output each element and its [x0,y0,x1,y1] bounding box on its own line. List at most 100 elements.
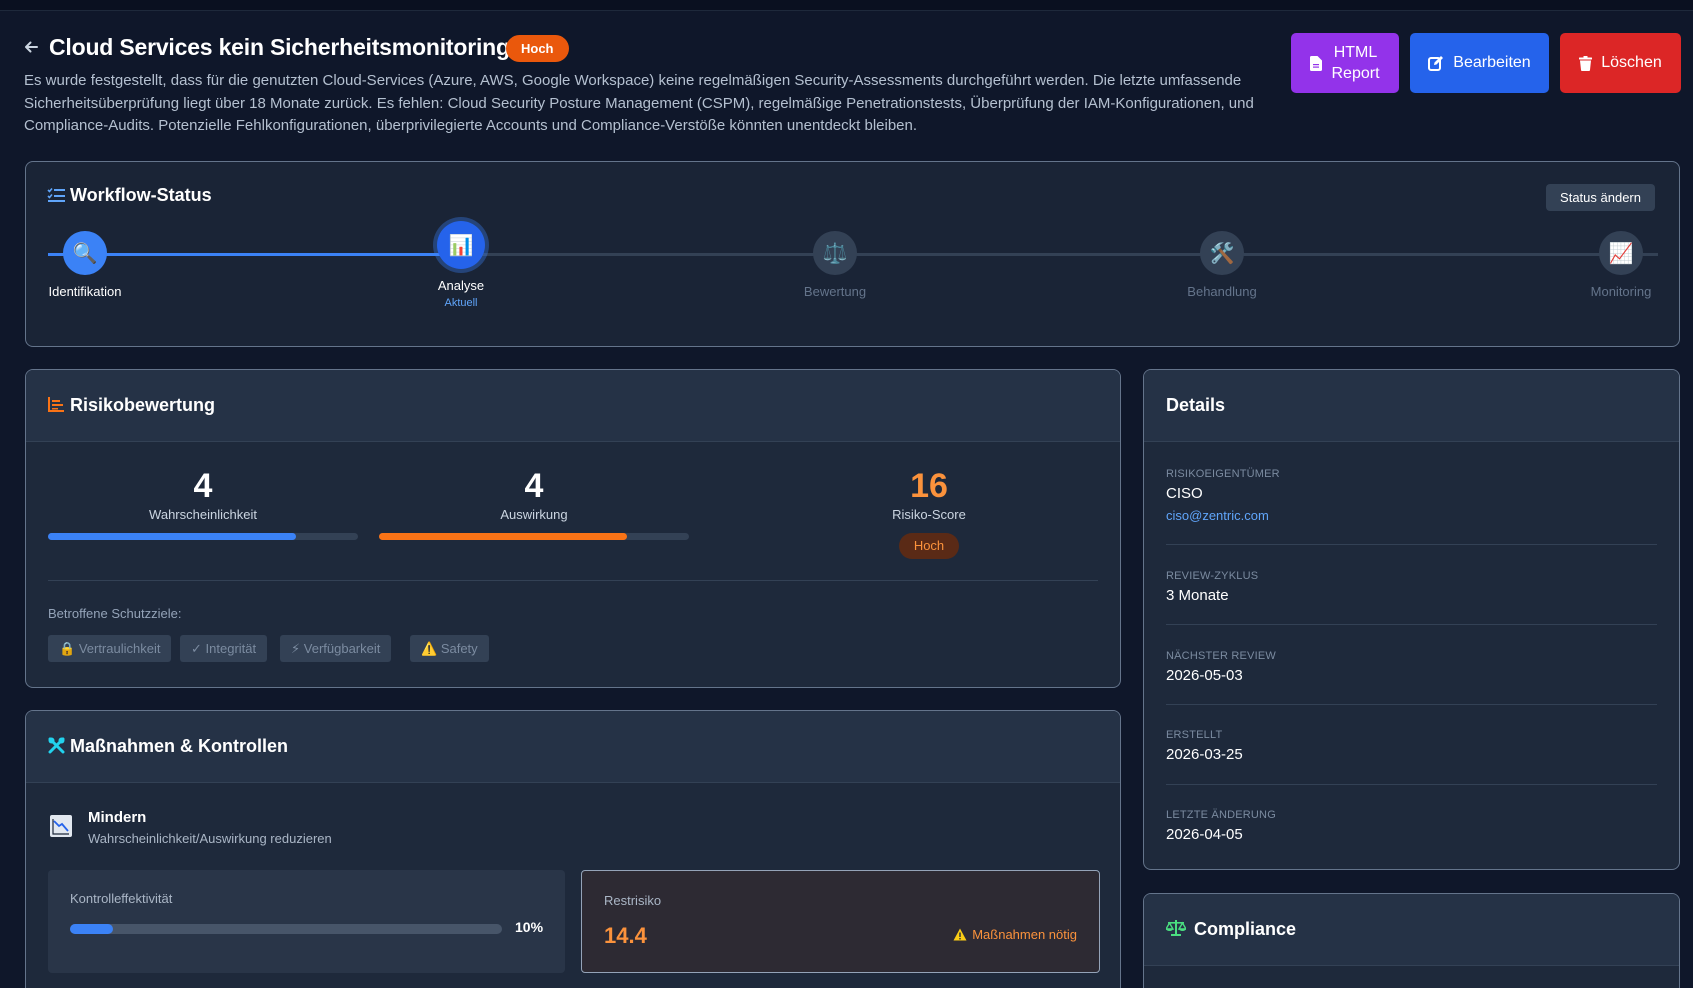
tag-safety[interactable]: ⚠️ Safety [410,635,489,662]
detail-value: CISO [1166,485,1203,502]
tag-label: Safety [440,641,478,656]
tag-vertraulichkeit[interactable]: 🔒 Vertraulichkeit [48,635,172,662]
step-label: Identifikation [48,284,122,299]
tag-integritaet[interactable]: ✓ Integrität [180,635,268,662]
lightning-icon: ⚡ [291,641,301,656]
trend-chart-icon: 📈 [1599,231,1643,275]
card-header: Maßnahmen & Kontrollen [26,711,1120,783]
likelihood-value: 4 [193,467,213,505]
change-status-button[interactable]: Status ändern [1546,184,1655,211]
impact-label: Auswirkung [500,507,568,522]
owner-email-link[interactable]: ciso@zentric.com [1166,508,1657,523]
divider [48,580,1098,581]
details-title: Details [1166,395,1226,415]
control-effectiveness-fill [70,924,114,934]
likelihood-label: Wahrscheinlichkeit [149,507,257,522]
detail-value: 3 Monate [1166,587,1229,604]
detail-created: Erstellt 2026-03-25 [1166,729,1657,763]
edit-icon [1428,56,1444,71]
warning-icon [953,928,967,941]
scales-icon: ⚖️ [813,231,857,275]
detail-value: 2026-03-25 [1166,746,1243,763]
check-icon: ✓ [191,641,202,656]
strategy-description: Wahrscheinlichkeit/Auswirkung reduzieren [88,831,332,846]
edit-label: Bearbeiten [1453,54,1531,71]
likelihood-bar [48,533,358,540]
magnifier-icon: 🔍 [63,231,107,275]
bar-chart-icon: 📊 [437,221,485,269]
likelihood-bar-fill [48,533,296,540]
step-behandlung[interactable]: 🛠️ Behandlung [1162,231,1282,299]
divider [1166,784,1657,785]
step-bewertung[interactable]: ⚖️ Bewertung [775,231,895,299]
card-header: Details [1144,370,1679,442]
chart-icon [48,397,64,412]
risk-score-value: 16 [910,467,948,505]
warning-icon: ⚠️ [421,641,438,656]
html-report-label: HTML Report [1331,44,1380,82]
detail-label: Erstellt [1166,729,1223,741]
tag-label: Integrität [205,641,257,656]
risk-title: Risikobewertung [70,395,216,415]
risk-score-metric: 16 Risiko-Score [779,467,1079,522]
detail-label: Risikoeigentümer [1166,468,1280,480]
control-effectiveness-value: 10% [515,919,544,935]
impact-value: 4 [524,467,544,505]
detail-label: Review-Zyklus [1166,570,1259,582]
delete-label: Löschen [1601,54,1662,71]
tag-label: Verfügbarkeit [303,641,381,656]
detail-next-review: Nächster Review 2026-05-03 [1166,650,1657,684]
divider [1166,544,1657,545]
impact-bar-fill [379,533,627,540]
residual-warning-label: Maßnahmen nötig [972,927,1077,942]
card-header: Risikobewertung [26,370,1120,442]
impact-metric: 4 Auswirkung [379,467,689,522]
divider [1166,704,1657,705]
step-monitoring[interactable]: 📈 Monitoring [1561,231,1679,299]
lock-icon: 🔒 [59,641,76,656]
back-arrow-icon[interactable] [22,38,40,56]
html-report-button[interactable]: HTML Report [1291,33,1399,93]
tools-icon [48,737,65,754]
tools-icon: 🛠️ [1200,231,1244,275]
step-analyse[interactable]: 📊 Analyse Aktuell [401,221,521,309]
compliance-title: Compliance [1194,919,1297,939]
delete-button[interactable]: Löschen [1560,33,1681,93]
likelihood-metric: 4 Wahrscheinlichkeit [48,467,358,522]
current-step-indicator: Aktuell [444,297,478,309]
severity-badge: Hoch [506,35,569,62]
risk-score-label: Risiko-Score [892,507,966,522]
document-icon [1309,55,1322,71]
edit-button[interactable]: Bearbeiten [1410,33,1549,93]
detail-review-cycle: Review-Zyklus 3 Monate [1166,570,1657,604]
workflow-title: Workflow-Status [70,185,212,205]
decreasing-chart-icon [50,815,72,837]
trash-icon [1579,55,1593,71]
scales-icon [1166,920,1186,936]
detail-label: Nächster Review [1166,650,1276,662]
measures-title: Maßnahmen & Kontrollen [70,736,289,756]
tag-label: Vertraulichkeit [78,641,161,656]
divider [1166,624,1657,625]
risk-assessment-card: Risikobewertung 4 Wahrscheinlichkeit 4 A… [25,369,1121,688]
tag-verfuegbarkeit[interactable]: ⚡ Verfügbarkeit [280,635,392,662]
detail-value: 2026-04-05 [1166,826,1243,843]
risk-level-badge: Hoch [899,533,959,559]
task-list-icon [47,187,65,202]
detail-label: Letzte Änderung [1166,809,1276,821]
control-effectiveness-box: Kontrolleffektivität 10% [48,870,565,973]
protection-goals-label: Betroffene Schutzziele: [48,606,182,621]
top-bar [0,0,1693,11]
strategy-title: Mindern [88,809,147,826]
risk-description: Es wurde festgestellt, dass für die genu… [24,72,1254,134]
residual-risk-box: Restrisiko 14.4 Maßnahmen nötig [581,870,1100,973]
control-effectiveness-bar [70,924,502,934]
measures-card: Maßnahmen & Kontrollen Mindern Wahrschei… [25,710,1121,988]
step-label: Analyse [437,278,485,293]
control-effectiveness-label: Kontrolleffektivität [70,891,173,906]
details-card: Details Risikoeigentümer CISO ciso@zentr… [1143,369,1680,870]
residual-risk-label: Restrisiko [604,893,662,908]
compliance-card: Compliance [1143,893,1680,988]
step-identifikation[interactable]: 🔍 Identifikation [26,231,145,299]
impact-bar [379,533,689,540]
